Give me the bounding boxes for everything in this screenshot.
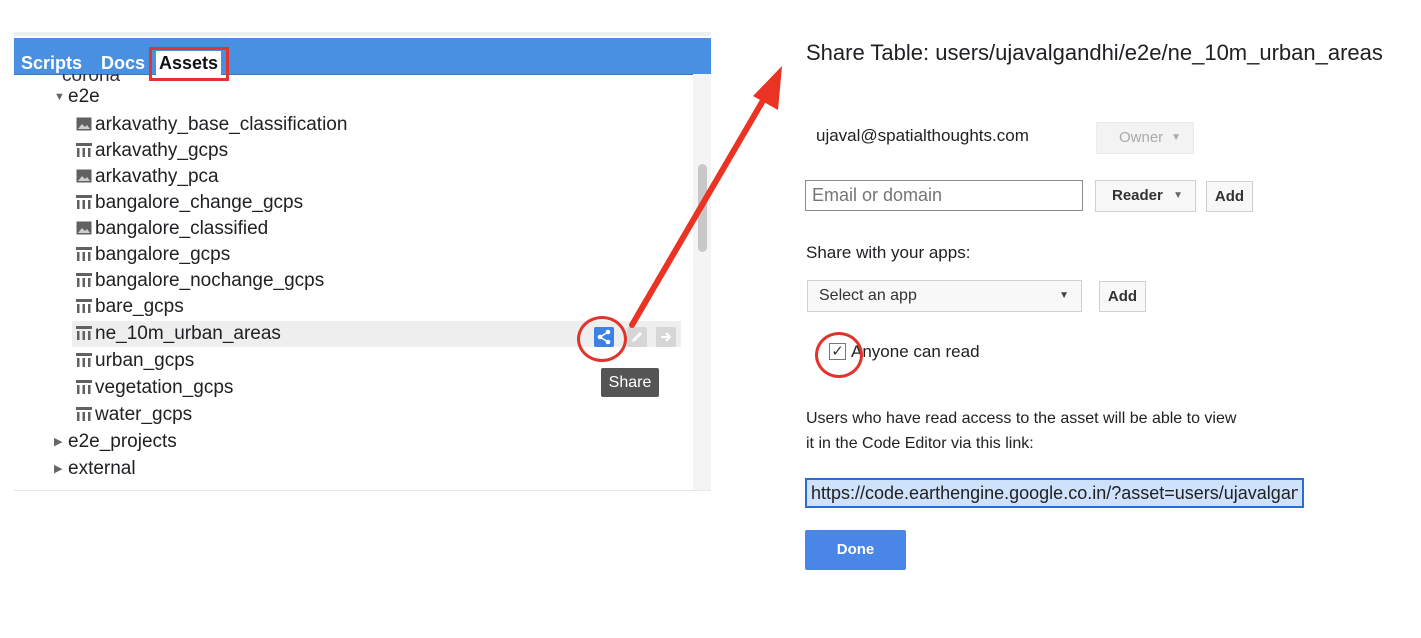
access-note-line2: it in the Code Editor via this link: (806, 435, 1034, 452)
panel-top-border (14, 32, 711, 36)
chevron-down-icon: ▼ (1171, 132, 1181, 143)
arrow-right-icon (661, 332, 672, 342)
table-asset-icon (76, 380, 92, 394)
access-note-line1: Users who have read access to the asset … (806, 410, 1237, 427)
tree-item-label: bangalore_nochange_gcps (95, 270, 325, 291)
tree-item-label: arkavathy_gcps (95, 140, 229, 161)
tree-item[interactable]: water_gcps (76, 402, 681, 428)
tree-item[interactable]: arkavathy_gcps (76, 138, 681, 164)
share-highlight-circle (577, 316, 627, 362)
tree-item[interactable]: arkavathy_pca (76, 164, 681, 190)
tab-scripts[interactable]: Scripts (18, 51, 85, 75)
checkbox-highlight-circle (815, 332, 863, 378)
tree-folder-external[interactable]: ▶ external (54, 456, 681, 482)
tree-item[interactable]: bare_gcps (76, 294, 681, 320)
table-asset-icon (76, 353, 92, 367)
tree-item[interactable]: bangalore_nochange_gcps (76, 268, 681, 294)
image-asset-icon (76, 117, 92, 131)
tree-item-label: bangalore_change_gcps (95, 192, 304, 213)
done-button[interactable]: Done (805, 530, 906, 570)
add-app-button[interactable]: Add (1099, 281, 1146, 312)
add-user-button[interactable]: Add (1206, 181, 1253, 212)
role-select-value: Reader (1112, 187, 1163, 204)
tab-bar: Scripts Docs Assets (14, 38, 711, 81)
table-asset-icon (76, 273, 92, 287)
tree-item-label: external (68, 458, 136, 480)
role-select[interactable]: Reader ▼ (1095, 180, 1196, 212)
scrollbar-thumb[interactable] (698, 164, 707, 252)
tree-item-label: arkavathy_base_classification (95, 114, 348, 135)
tree-folder-e2e-projects[interactable]: ▶ e2e_projects (54, 429, 681, 455)
tree-item-label: ne_10m_urban_areas (95, 323, 281, 344)
tree-item[interactable]: vegetation_gcps (76, 375, 681, 401)
tree-item-label: e2e_projects (68, 431, 177, 453)
tree-item[interactable]: bangalore_classified (76, 216, 681, 242)
edit-icon (632, 332, 642, 342)
email-input[interactable] (805, 180, 1083, 211)
app-select-value: Select an app (819, 287, 917, 304)
tree-folder-e2e[interactable]: ▼ e2e (54, 84, 681, 110)
tree-item-label: arkavathy_pca (95, 166, 219, 187)
tree-item-label: urban_gcps (95, 350, 195, 371)
caret-down-icon[interactable]: ▼ (54, 84, 68, 110)
tree-item-label: vegetation_gcps (95, 377, 234, 398)
chevron-down-icon: ▼ (1059, 290, 1069, 301)
tree-item-label: water_gcps (95, 404, 193, 425)
asset-tree: ▼ e2e arkavathy_base_classification arkav… (14, 74, 711, 490)
apps-label: Share with your apps: (806, 243, 971, 262)
dialog-title: Share Table: users/ujavalgandhi/e2e/ne_1… (806, 40, 1383, 65)
tab-docs[interactable]: Docs (98, 51, 148, 75)
tree-item[interactable]: bangalore_change_gcps (76, 190, 681, 216)
tree-item[interactable]: bangalore_gcps (76, 242, 681, 268)
table-asset-icon (76, 326, 92, 340)
chevron-down-icon: ▼ (1173, 190, 1183, 201)
table-asset-icon (76, 247, 92, 261)
app-select[interactable]: Select an app ▼ (807, 280, 1082, 312)
share-tooltip: Share (601, 368, 659, 397)
tree-scrollbar[interactable] (693, 74, 711, 490)
tree-item[interactable]: arkavathy_base_classification (76, 112, 681, 138)
table-asset-icon (76, 299, 92, 313)
tree-item-label: e2e (68, 86, 100, 108)
caret-right-icon[interactable]: ▶ (54, 456, 68, 482)
tree-item-label: bare_gcps (95, 296, 184, 317)
tree-item-label: bangalore_gcps (95, 244, 231, 265)
caret-right-icon[interactable]: ▶ (54, 429, 68, 455)
move-button[interactable] (656, 327, 676, 347)
table-asset-icon (76, 195, 92, 209)
anyone-can-read-label: Anyone can read (851, 342, 980, 361)
tree-item-label: bangalore_classified (95, 218, 269, 239)
image-asset-icon (76, 221, 92, 235)
owner-role-label: Owner (1119, 129, 1164, 146)
owner-email: ujaval@spatialthoughts.com (816, 126, 1029, 145)
table-asset-icon (76, 143, 92, 157)
owner-role-select: Owner ▼ (1096, 122, 1194, 154)
share-link-field[interactable] (805, 478, 1304, 508)
image-asset-icon (76, 169, 92, 183)
table-asset-icon (76, 407, 92, 421)
assets-panel: Scripts Docs Assets corona ▼e2e arkavath… (14, 32, 711, 491)
edit-button[interactable] (627, 327, 647, 347)
